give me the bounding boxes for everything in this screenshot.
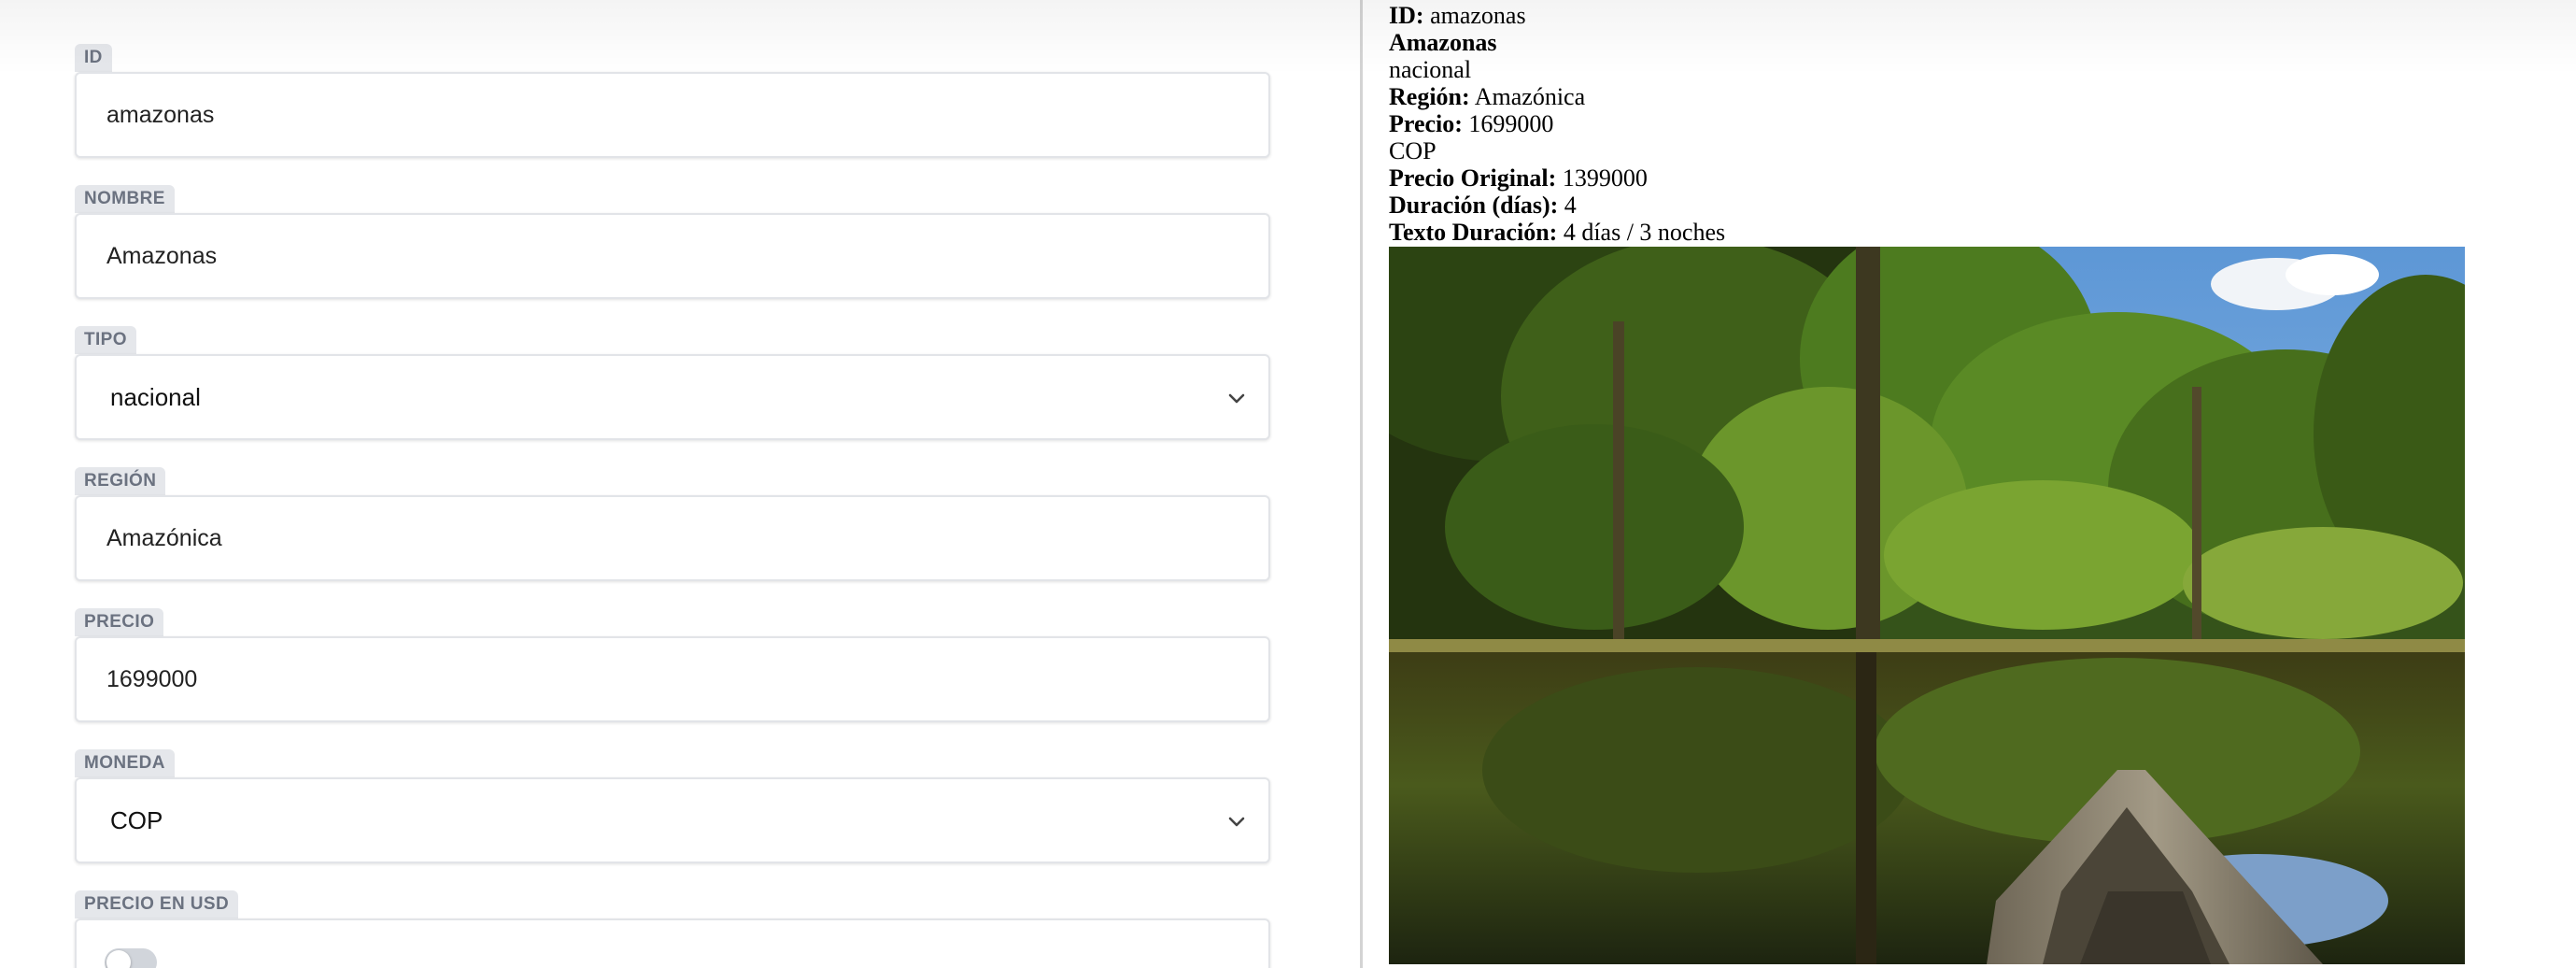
chevron-down-icon (1228, 817, 1245, 827)
preview-duracion-label: Duración (días): (1389, 192, 1559, 219)
field-label-moneda: MONEDA (75, 749, 175, 777)
preview-region-value: Amazónica (1474, 83, 1586, 110)
preview-tipo: nacional (1389, 56, 1472, 83)
preview-texto-duracion-value: 4 días / 3 noches (1563, 219, 1726, 246)
id-input-box (75, 72, 1270, 158)
nombre-input[interactable] (77, 215, 1268, 297)
precio-input[interactable] (77, 638, 1268, 720)
preview-name: Amazonas (1389, 29, 1725, 56)
tipo-select-value: nacional (110, 383, 201, 411)
nombre-input-box (75, 213, 1270, 299)
destination-image (1389, 247, 2465, 964)
region-input-box (75, 495, 1270, 581)
editor-panel: ID NOMBRE TIPO nacional REGIÓN PRECIO (0, 0, 1360, 968)
preview-panel: ID: amazonas Amazonas nacional Región: A… (1363, 0, 2576, 968)
preview-moneda: COP (1389, 137, 1437, 164)
region-input[interactable] (77, 497, 1268, 579)
field-label-region: REGIÓN (75, 467, 166, 495)
preview-region-line: Región: Amazónica (1389, 83, 1725, 110)
preview-details: ID: amazonas Amazonas nacional Región: A… (1389, 2, 1725, 246)
field-label-nombre: NOMBRE (75, 185, 175, 213)
preview-precio-label: Precio: (1389, 110, 1463, 137)
moneda-select-value: COP (110, 806, 163, 834)
moneda-select[interactable]: COP (75, 777, 1270, 863)
preview-precio-original-value: 1399000 (1562, 164, 1648, 192)
preview-id-line: ID: amazonas (1389, 2, 1725, 29)
preview-region-label: Región: (1389, 83, 1470, 110)
tipo-select[interactable]: nacional (75, 354, 1270, 440)
preview-precio-original-label: Precio Original: (1389, 164, 1557, 192)
preview-name-text: Amazonas (1389, 29, 1497, 56)
preview-texto-duracion-line: Texto Duración: 4 días / 3 noches (1389, 219, 1725, 246)
precio-input-box (75, 636, 1270, 722)
chevron-down-icon (1228, 393, 1245, 404)
id-input[interactable] (77, 74, 1268, 156)
preview-id-value: amazonas (1430, 2, 1526, 29)
field-label-tipo: TIPO (75, 326, 136, 354)
preview-id-label: ID: (1389, 2, 1424, 29)
preview-duracion-value: 4 (1564, 192, 1577, 219)
field-label-precio: PRECIO (75, 608, 164, 636)
field-label-id: ID (75, 44, 112, 72)
preview-precio-original-line: Precio Original: 1399000 (1389, 164, 1725, 192)
toggle-knob (106, 950, 131, 968)
field-label-precio-usd: PRECIO EN USD (75, 890, 239, 918)
preview-duracion-line: Duración (días): 4 (1389, 192, 1725, 219)
preview-texto-duracion-label: Texto Duración: (1389, 219, 1558, 246)
preview-precio-value: 1699000 (1468, 110, 1554, 137)
preview-precio-line: Precio: 1699000 (1389, 110, 1725, 137)
precio-usd-toggle[interactable] (105, 948, 157, 968)
precio-usd-box (75, 918, 1270, 968)
